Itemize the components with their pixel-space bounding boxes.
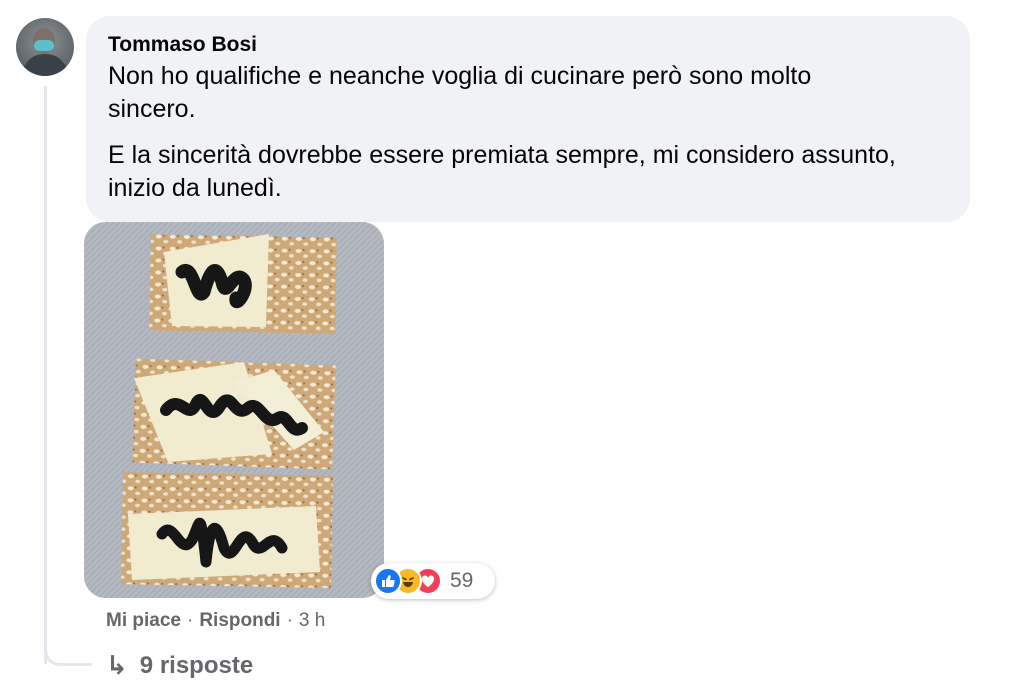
reply-arrow-icon: ↳	[106, 650, 128, 680]
cracker-2	[132, 358, 336, 470]
comment-actions: Mi piace · Rispondi · 3 h	[106, 610, 325, 632]
cracker-1	[149, 234, 337, 334]
thread-line	[44, 86, 47, 664]
comment-paragraph-1: Non ho qualifiche e neanche voglia di cu…	[108, 62, 812, 123]
replies-count-label: 9 risposte	[139, 651, 254, 679]
comment-bubble: Tommaso Bosi Non ho qualifiche e neanche…	[86, 16, 970, 222]
reply-button[interactable]: Rispondi	[199, 610, 280, 632]
separator: ·	[286, 610, 293, 631]
cracker-3	[121, 472, 333, 588]
reactions-summary[interactable]: 59	[371, 563, 495, 599]
like-icon	[374, 567, 402, 595]
view-replies-link[interactable]: ↳ 9 risposte	[106, 650, 253, 681]
avatar-shirt	[22, 54, 68, 76]
crackers-photo-illustration	[84, 222, 384, 598]
thread-line-curve	[44, 640, 92, 666]
comment-photo[interactable]	[84, 222, 384, 598]
avatar[interactable]	[16, 18, 74, 76]
comment-timestamp[interactable]: 3 h	[299, 610, 325, 632]
comment-paragraph-2: E la sincerità dovrebbe essere premiata …	[108, 141, 896, 202]
like-button[interactable]: Mi piace	[106, 610, 181, 632]
avatar-mask	[34, 40, 54, 51]
comment-author[interactable]: Tommaso Bosi	[108, 32, 948, 58]
separator: ·	[186, 610, 194, 631]
reaction-count: 59	[450, 569, 474, 592]
